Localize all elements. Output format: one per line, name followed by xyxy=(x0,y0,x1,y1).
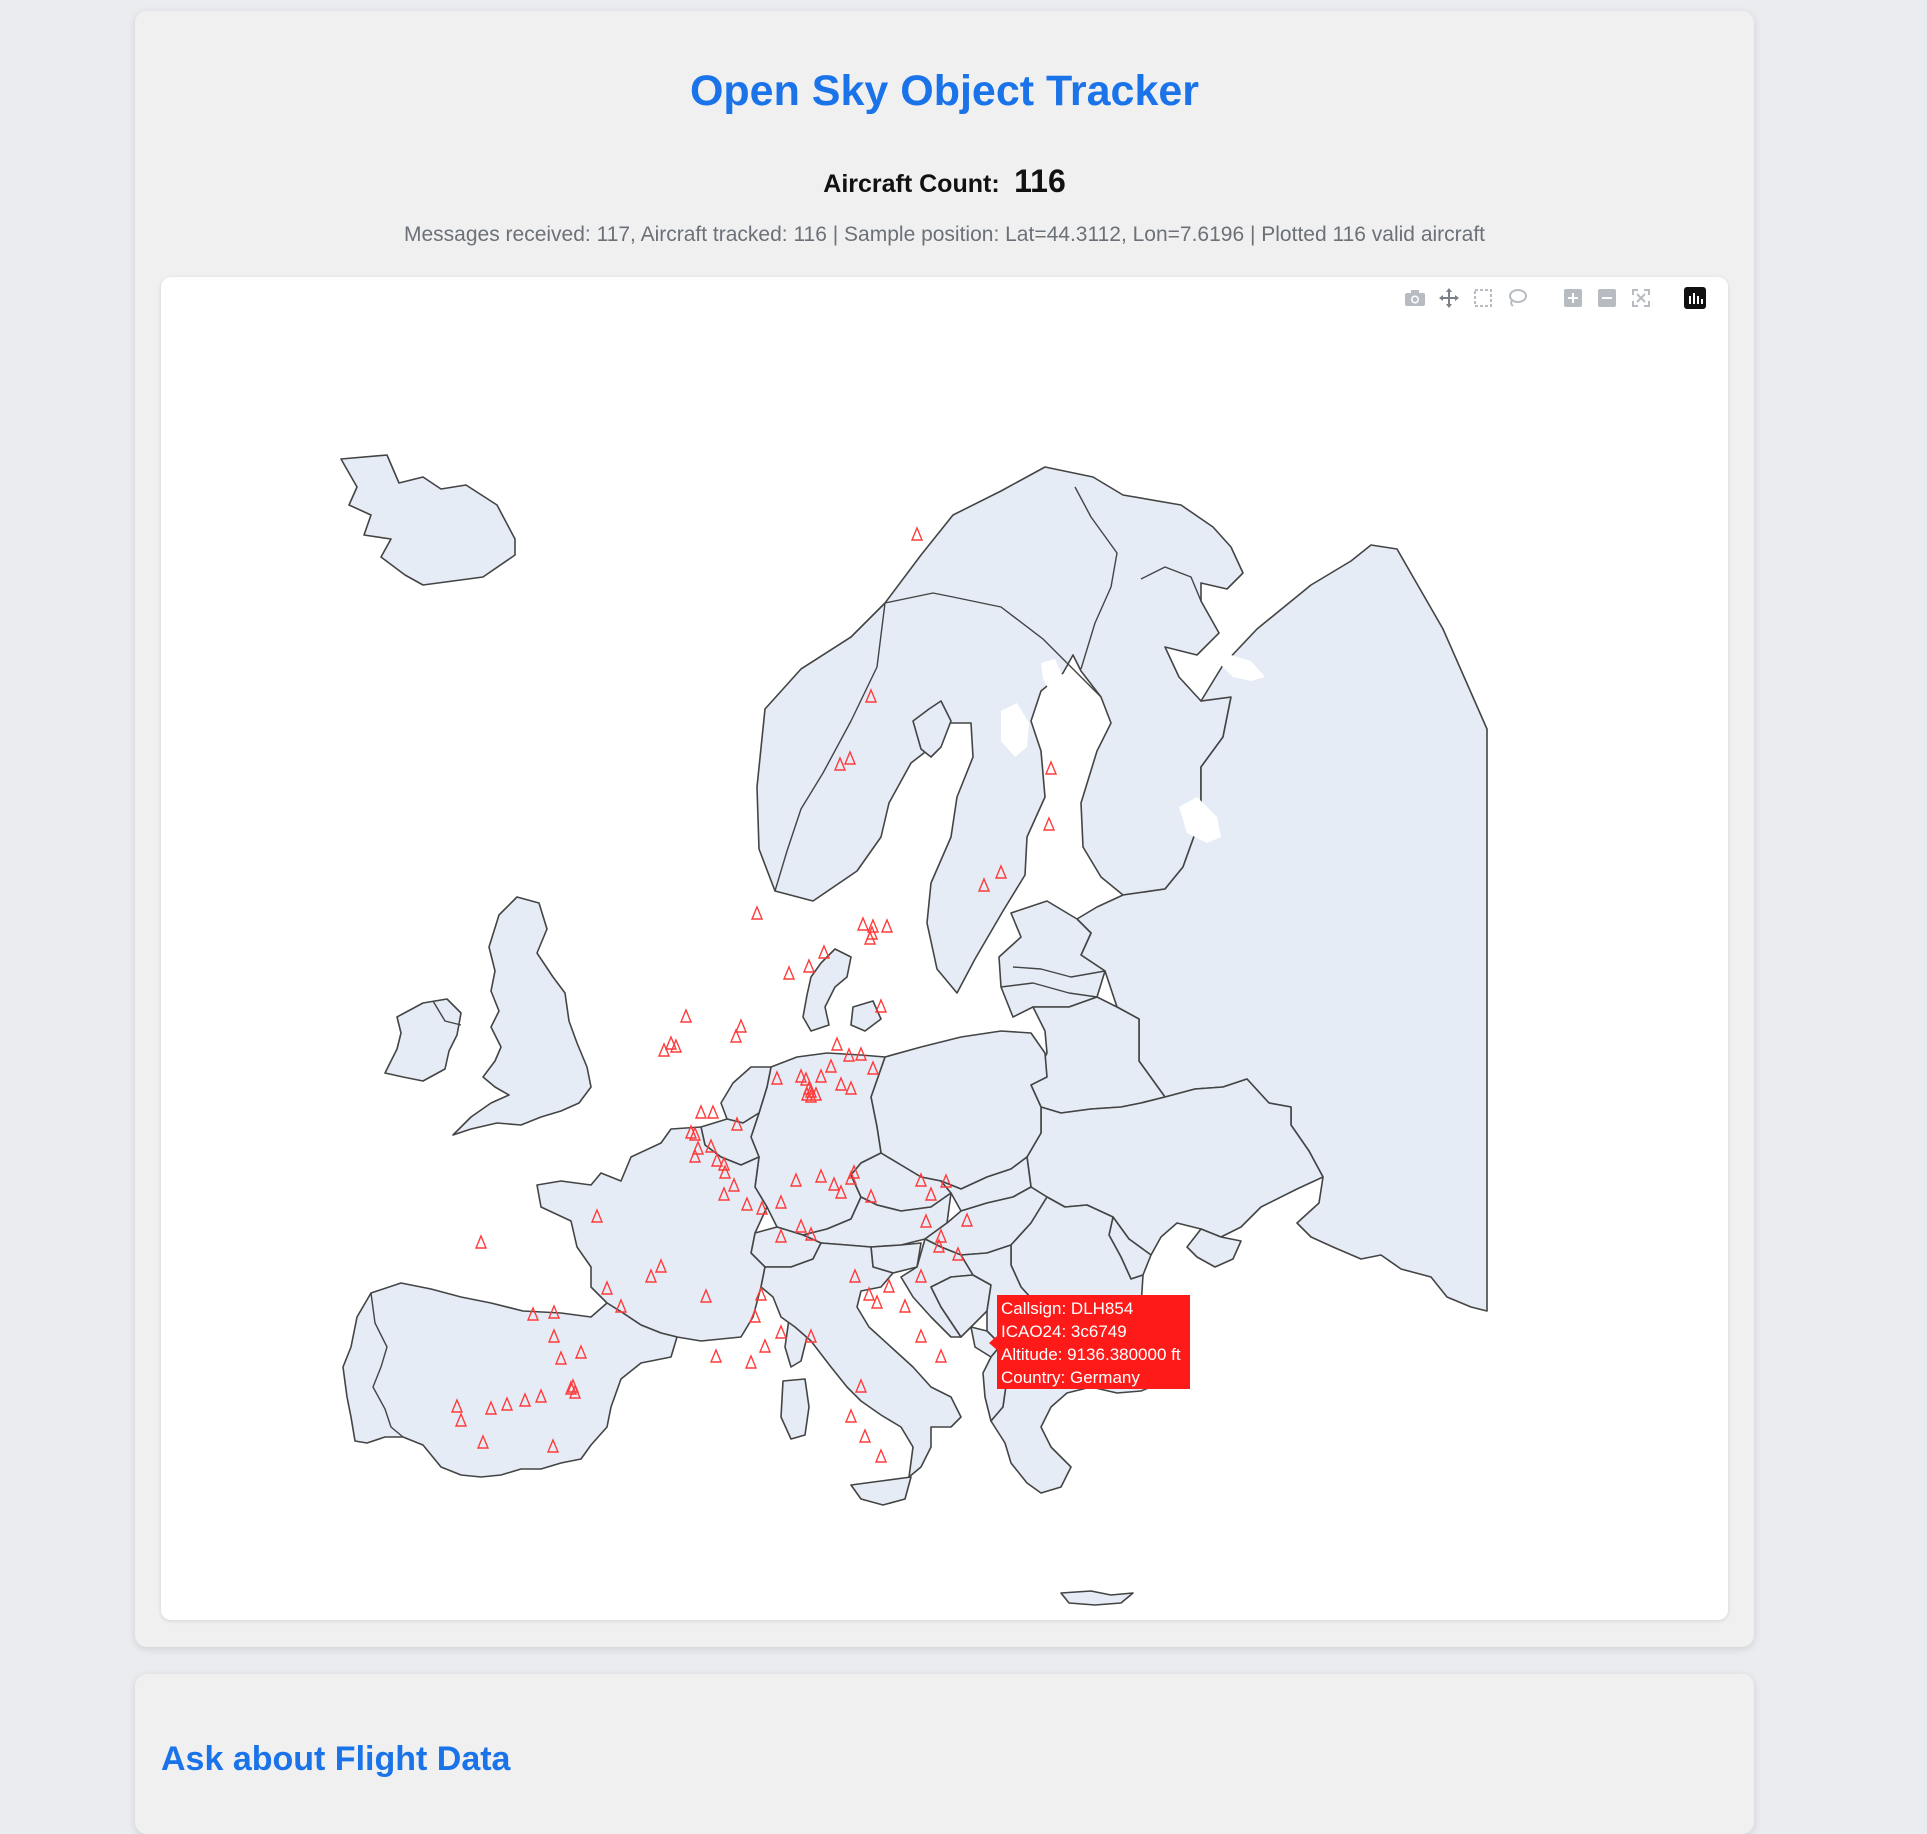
lasso-select-icon[interactable] xyxy=(1504,285,1530,311)
europe-map[interactable] xyxy=(161,277,1728,1620)
aircraft-count-row: Aircraft Count: 116 xyxy=(135,163,1754,200)
tooltip-country: Country: Germany xyxy=(1001,1368,1140,1387)
sardinia xyxy=(780,1378,810,1440)
aircraft-marker[interactable] xyxy=(817,944,831,959)
aircraft-marker[interactable] xyxy=(706,1104,720,1119)
aircraft-marker[interactable] xyxy=(874,1448,888,1463)
box-select-icon[interactable] xyxy=(1470,285,1496,311)
aircraft-marker[interactable] xyxy=(910,526,924,541)
aircraft-marker[interactable] xyxy=(874,998,888,1013)
zoom-in-icon[interactable] xyxy=(1560,285,1586,311)
chat-title: Ask about Flight Data xyxy=(161,1740,511,1778)
pan-icon[interactable] xyxy=(1436,285,1462,311)
ireland xyxy=(384,998,462,1082)
aircraft-marker[interactable] xyxy=(880,918,894,933)
iceland xyxy=(340,454,516,586)
aircraft-marker[interactable] xyxy=(782,965,796,980)
aircraft-marker[interactable] xyxy=(474,1234,488,1249)
aircraft-marker[interactable] xyxy=(709,1348,723,1363)
great-britain xyxy=(452,896,592,1136)
aircraft-marker[interactable] xyxy=(694,1104,708,1119)
page-title: Open Sky Object Tracker xyxy=(689,67,1200,115)
tooltip-callsign: Callsign: DLH854 xyxy=(1001,1299,1134,1318)
aircraft-marker[interactable] xyxy=(863,930,877,945)
aircraft-marker[interactable] xyxy=(858,1428,872,1443)
aircraft-marker[interactable] xyxy=(802,958,816,973)
chat-card: Ask about Flight Data xyxy=(135,1674,1754,1834)
aircraft-count-label: Aircraft Count: xyxy=(823,170,1000,198)
aircraft-marker[interactable] xyxy=(830,1036,844,1051)
zoom-out-icon[interactable] xyxy=(1594,285,1620,311)
map-panel[interactable]: Callsign: DLH854 ICAO24: 3c6749 Altitude… xyxy=(161,277,1728,1620)
aircraft-marker[interactable] xyxy=(734,1018,748,1033)
camera-icon[interactable] xyxy=(1402,285,1428,311)
aircraft-marker[interactable] xyxy=(914,1328,928,1343)
land-layer xyxy=(340,454,1488,1606)
hover-tooltip: Callsign: DLH854 ICAO24: 3c6749 Altitude… xyxy=(997,1295,1190,1389)
aircraft-marker[interactable] xyxy=(750,905,764,920)
aircraft-marker[interactable] xyxy=(774,1324,788,1339)
status-text: Messages received: 117, Aircraft tracked… xyxy=(403,223,1485,246)
aircraft-marker[interactable] xyxy=(1042,816,1056,831)
sicily xyxy=(850,1476,912,1506)
crimea xyxy=(1186,1228,1242,1268)
aircraft-marker[interactable] xyxy=(1044,760,1058,775)
aircraft-marker[interactable] xyxy=(856,916,870,931)
tooltip-arrow xyxy=(989,1336,997,1350)
reset-view-icon[interactable] xyxy=(1628,285,1654,311)
aircraft-marker[interactable] xyxy=(934,1348,948,1363)
aircraft-marker[interactable] xyxy=(844,1408,858,1423)
aircraft-count-value: 116 xyxy=(1014,163,1066,199)
bosnia xyxy=(930,1274,992,1338)
crete xyxy=(1060,1590,1134,1606)
tooltip-altitude: Altitude: 9136.380000 ft xyxy=(1001,1345,1181,1364)
plot-modebar xyxy=(1402,285,1708,311)
aircraft-marker[interactable] xyxy=(744,1354,758,1369)
plotly-logo-icon[interactable] xyxy=(1682,285,1708,311)
tooltip-icao24: ICAO24: 3c6749 xyxy=(1001,1322,1127,1341)
aircraft-marker[interactable] xyxy=(898,1298,912,1313)
tracker-card: Open Sky Object Tracker Aircraft Count: … xyxy=(135,11,1754,1647)
aircraft-marker[interactable] xyxy=(679,1008,693,1023)
aircraft-marker[interactable] xyxy=(758,1338,772,1353)
